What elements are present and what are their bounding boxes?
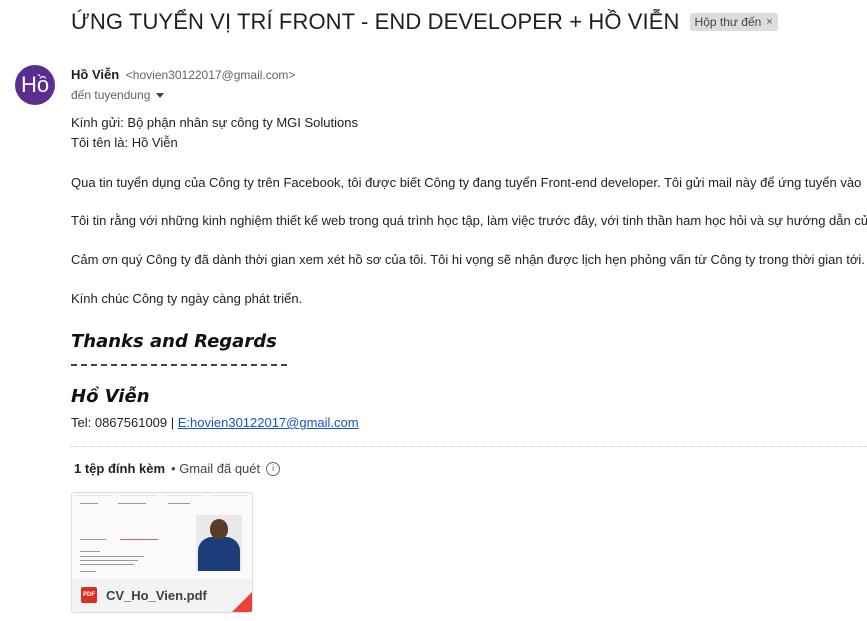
pdf-corner-fold-icon (232, 592, 252, 612)
attachment-card[interactable]: PDF CV_Ho_Vien.pdf (71, 492, 253, 613)
thumbnail-header-lines (76, 495, 248, 511)
signature-divider (71, 364, 287, 366)
attachments-divider (71, 446, 867, 447)
remove-label-icon[interactable]: × (766, 16, 772, 28)
thumbnail-accent-line (120, 539, 158, 540)
attachment-file-name[interactable]: CV_Ho_Vien.pdf (106, 588, 207, 603)
thumbnail-person-body (198, 537, 240, 571)
signature-name: Hồ Viễn (71, 386, 150, 407)
signature-title: Thanks and Regards (71, 331, 277, 352)
attachments-scan-status: • Gmail đã quét (171, 461, 261, 476)
attachments-count: 1 tệp đính kèm (74, 461, 166, 476)
attachment-footer: PDF CV_Ho_Vien.pdf (72, 578, 252, 612)
body-paragraph-2: Tôi tin rằng với những kinh nghiệm thiết… (71, 213, 867, 228)
thumbnail-line (80, 571, 96, 572)
thumbnail-line (80, 560, 138, 561)
sender-avatar[interactable]: Hồ (15, 65, 55, 105)
sender-name[interactable]: Hồ Viễn (71, 67, 119, 82)
body-paragraph-3: Cảm ơn quý Công ty đã dành thời gian xem… (71, 252, 865, 267)
thumbnail-person-head (210, 519, 228, 539)
sender-info: Hồ Viễn <hovien30122017@gmail.com> (71, 67, 295, 82)
show-details-chevron-down-icon[interactable] (156, 92, 165, 98)
sender-email: <hovien30122017@gmail.com> (125, 68, 296, 82)
thumbnail-line (80, 556, 144, 557)
subject-row: ỨNG TUYỂN VỊ TRÍ FRONT - END DEVELOPER +… (71, 9, 778, 35)
inbox-label-chip[interactable]: Hộp thư đến × (689, 13, 778, 31)
attachment-thumbnail (72, 493, 252, 577)
body-paragraph-1: Qua tin tuyển dụng của Công ty trên Face… (71, 175, 862, 190)
recipient-row: đến tuyendung (71, 88, 165, 102)
info-icon[interactable]: i (266, 461, 281, 476)
attachments-header: 1 tệp đính kèm • Gmail đã quét i (74, 461, 281, 476)
thumbnail-line (80, 551, 100, 552)
thumbnail-line (80, 503, 98, 504)
thumbnail-line (118, 503, 146, 504)
signature-contact: Tel: 0867561009 | E:hovien30122017@gmail… (71, 415, 359, 430)
pdf-file-icon: PDF (81, 587, 97, 603)
thumbnail-line (80, 564, 134, 565)
email-subject: ỨNG TUYỂN VỊ TRÍ FRONT - END DEVELOPER +… (71, 9, 680, 34)
body-intro: Tôi tên là: Hồ Viễn (71, 135, 178, 150)
body-paragraph-4: Kính chúc Công ty ngày càng phát triển. (71, 291, 303, 306)
signature-tel: Tel: 0867561009 | (71, 415, 178, 430)
signature-email-link[interactable]: E:hovien30122017@gmail.com (178, 415, 359, 430)
thumbnail-line (80, 539, 106, 540)
recipient-text: đến tuyendung (71, 88, 151, 102)
inbox-label-text: Hộp thư đến (694, 15, 762, 29)
body-greeting: Kính gửi: Bộ phận nhân sự công ty MGI So… (71, 115, 358, 130)
thumbnail-line (168, 503, 190, 504)
